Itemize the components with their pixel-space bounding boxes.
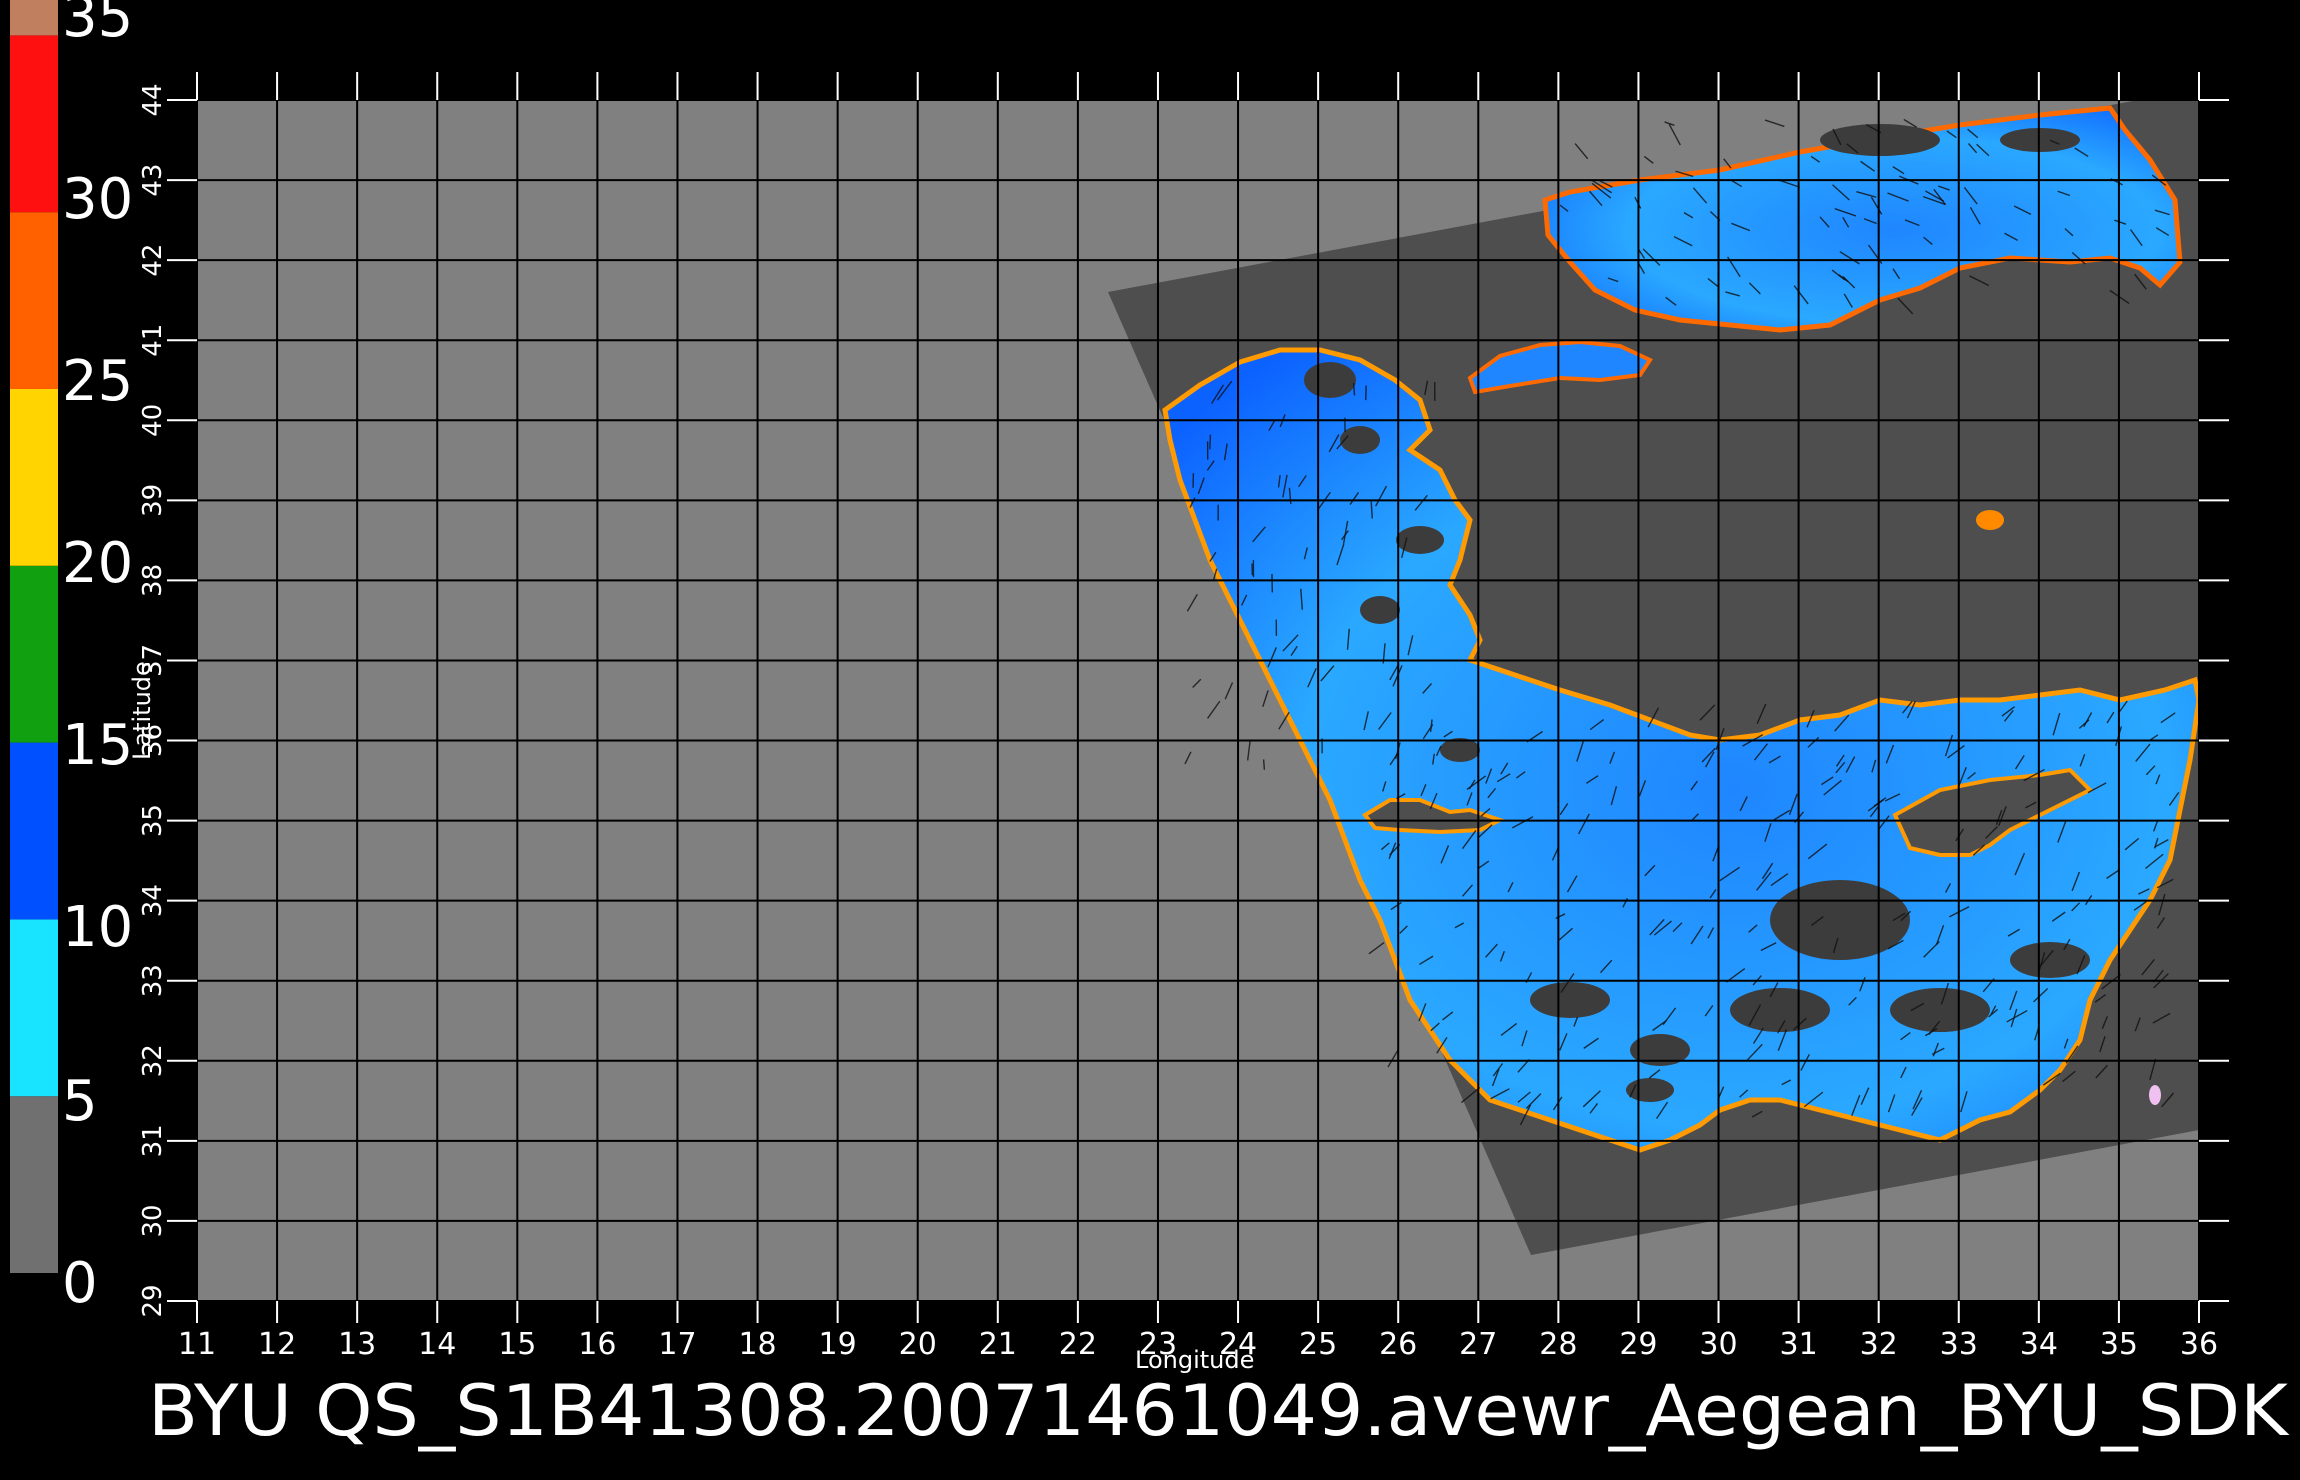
y-tick-label: 42 (138, 244, 168, 277)
y-tick-label: 29 (138, 1284, 168, 1317)
x-tick-label: 11 (178, 1327, 216, 1362)
y-tick-label: 33 (138, 964, 168, 997)
colorbar-tick-label: 35 (62, 0, 133, 50)
y-tick-label: 38 (138, 564, 168, 597)
colorbar-segment (10, 742, 58, 920)
x-tick-label: 26 (1379, 1327, 1417, 1362)
colorbar-segment (10, 565, 58, 743)
product-caption: BYU QS_S1B41308.20071461049.avewr_Aegean… (148, 1370, 2290, 1452)
x-tick-label: 18 (738, 1327, 776, 1362)
x-tick-label: 27 (1459, 1327, 1497, 1362)
x-tick-label: 14 (418, 1327, 456, 1362)
y-tick-label: 44 (138, 83, 168, 116)
x-tick-label: 33 (1940, 1327, 1978, 1362)
x-tick-label: 17 (658, 1327, 696, 1362)
x-tick-label: 16 (578, 1327, 616, 1362)
y-tick-label: 43 (138, 164, 168, 197)
x-tick-label: 25 (1299, 1327, 1337, 1362)
x-tick-label: 22 (1059, 1327, 1097, 1362)
x-tick-label: 31 (1780, 1327, 1818, 1362)
y-tick-label: 39 (138, 484, 168, 517)
colorbar-tick-label: 30 (62, 167, 133, 232)
x-tick-label: 12 (258, 1327, 296, 1362)
colorbar-segment (10, 388, 58, 566)
colorbar-segment (10, 212, 58, 389)
colorbar-tick-label: 20 (62, 531, 133, 596)
wind-vector (1209, 434, 1212, 450)
x-tick-label: 35 (2100, 1327, 2138, 1362)
x-tick-label: 30 (1699, 1327, 1737, 1362)
wind-vector (1352, 382, 1356, 396)
y-tick-label: 30 (138, 1204, 168, 1237)
y-tick-label: 34 (138, 884, 168, 917)
x-tick-label: 34 (2020, 1327, 2058, 1362)
island-feature (1976, 510, 2004, 530)
y-tick-label: 40 (138, 404, 168, 437)
colorbar-segment (10, 35, 58, 213)
colorbar-tick-label: 25 (62, 349, 133, 414)
y-tick-label: 41 (138, 324, 168, 357)
x-tick-label: 32 (1860, 1327, 1898, 1362)
x-tick-label: 15 (498, 1327, 536, 1362)
x-tick-label: 20 (899, 1327, 937, 1362)
y-tick-label: 32 (138, 1044, 168, 1077)
map-viewer: 35 30 25 20 15 10 5 0 11 12 13 14 15 16 … (0, 0, 2300, 1480)
wind-speed-colorbar (10, 0, 58, 1273)
x-tick-label: 19 (819, 1327, 857, 1362)
x-tick-label: 28 (1539, 1327, 1577, 1362)
colorbar-tick-label: 15 (62, 713, 133, 778)
y-tick-label: 31 (138, 1124, 168, 1157)
x-tick-label: 29 (1619, 1327, 1657, 1362)
x-tick-label: 36 (2180, 1327, 2218, 1362)
colorbar-tick-label: 5 (62, 1069, 98, 1134)
y-axis-label: Latitude (128, 661, 156, 760)
colorbar-segment (10, 1096, 58, 1273)
island-feature (2149, 1085, 2161, 1105)
x-tick-label: 13 (338, 1327, 376, 1362)
wind-vector (1262, 759, 1266, 770)
colorbar-tick-label: 10 (62, 895, 133, 960)
y-tick-label: 35 (138, 804, 168, 837)
colorbar-tick-label: 0 (62, 1251, 98, 1316)
colorbar-segment (10, 0, 58, 36)
x-tick-label: 21 (979, 1327, 1017, 1362)
colorbar-segment (10, 919, 58, 1097)
